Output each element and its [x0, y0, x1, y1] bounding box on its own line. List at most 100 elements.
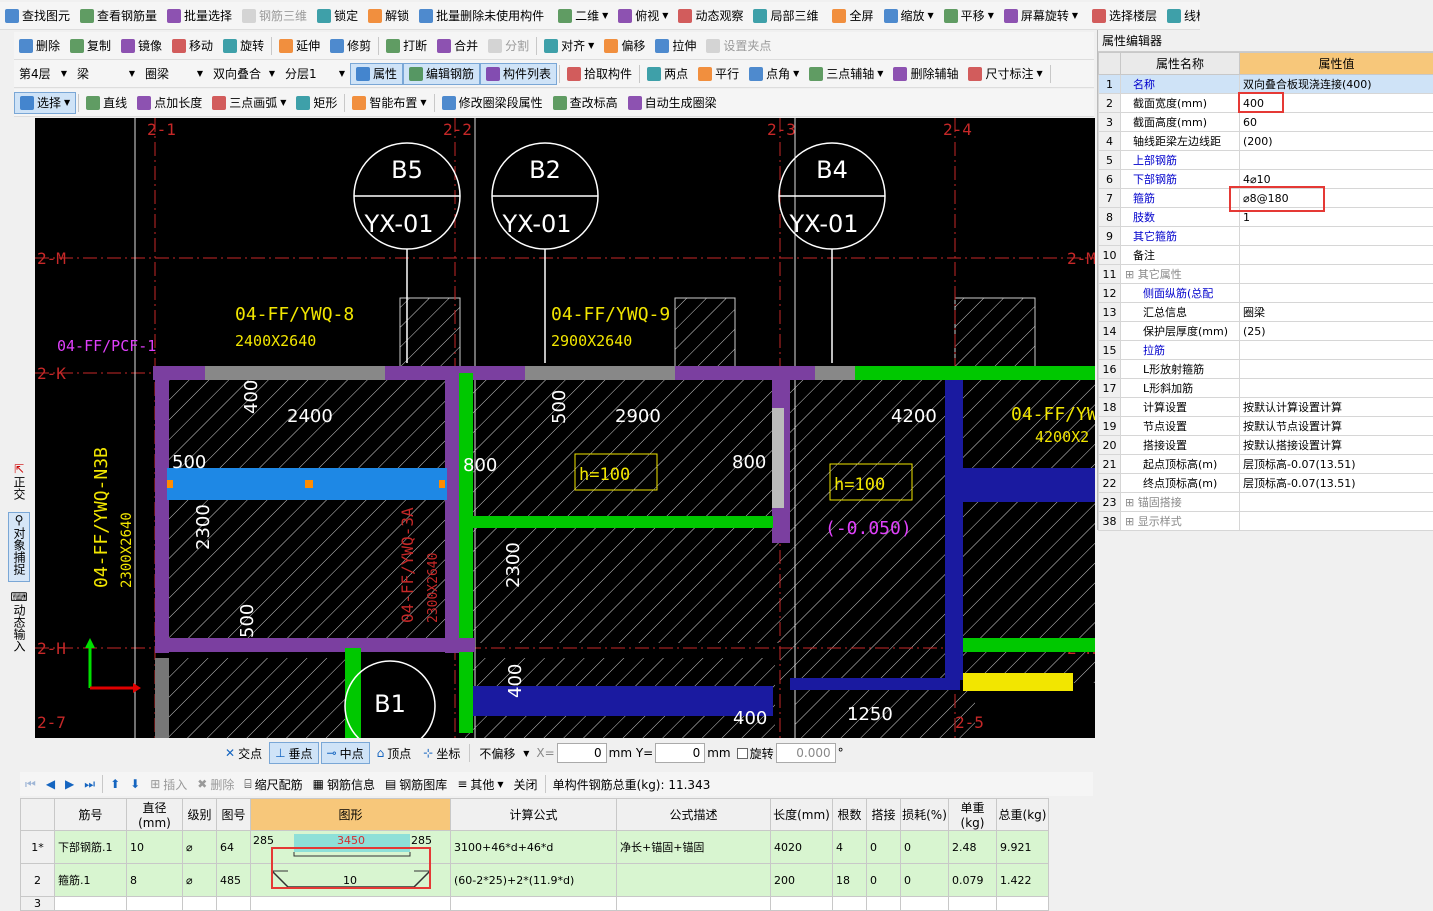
property-row[interactable]: 22终点顶标高(m)层顶标高-0.07(13.51) [1099, 474, 1433, 493]
rebar-column-header[interactable]: 总重(kg) [997, 799, 1049, 831]
rebar-cell[interactable]: 0 [901, 831, 949, 864]
property-button[interactable]: 属性 [350, 63, 403, 85]
rebar-cell[interactable]: ⌀ [183, 831, 217, 864]
delete-button[interactable]: 删除 [14, 35, 65, 57]
parallel-button[interactable]: 平行 [693, 63, 744, 85]
rebar-cell[interactable]: 3100+46*d+46*d [451, 831, 617, 864]
snap-midpoint[interactable]: ⊸中点 [321, 742, 370, 764]
property-row[interactable]: 11⊞ 其它属性 [1099, 265, 1433, 284]
rebar-cell[interactable]: 2.48 [949, 831, 997, 864]
property-value[interactable] [1240, 151, 1433, 170]
rebar-cell[interactable]: (60-2*25)+2*(11.9*d) [451, 864, 617, 897]
rebar-cell[interactable]: 净长+锚固+锚固 [617, 831, 771, 864]
modify-segment-button[interactable]: 修改圈梁段属性 [437, 92, 548, 114]
pan-button[interactable]: 平移▼ [939, 5, 999, 27]
local-3d-button[interactable]: 局部三维 [748, 5, 823, 27]
rebar-cell[interactable] [617, 897, 771, 911]
other-button[interactable]: ≡其他▼ [452, 773, 508, 795]
rebar-cell[interactable]: 1.422 [997, 864, 1049, 897]
rebar-column-header[interactable]: 根数 [833, 799, 867, 831]
rebar-view-button[interactable]: 查看钢筋量 [75, 5, 162, 27]
rotate-button[interactable]: 旋转 [218, 35, 269, 57]
property-value[interactable]: (25) [1240, 322, 1433, 341]
rebar-cell[interactable]: 下部钢筋.1 [55, 831, 127, 864]
layer-select[interactable]: 分层1▼ [280, 64, 350, 84]
move-down-button[interactable]: ⬇ [125, 773, 145, 795]
point-length-button[interactable]: 点加长度 [132, 92, 207, 114]
three-point-axis-button[interactable]: 三点辅轴▼ [804, 63, 888, 85]
property-row[interactable]: 15拉筋 [1099, 341, 1433, 360]
lock-button[interactable]: 锁定 [312, 5, 363, 27]
dimension-button[interactable]: 尺寸标注▼ [963, 63, 1047, 85]
rebar-cell[interactable] [251, 897, 451, 911]
rebar-cell[interactable]: 10 [127, 831, 183, 864]
floor-select-button[interactable]: 选择楼层 [1087, 5, 1162, 27]
component-select[interactable]: 双向叠合▼ [208, 64, 280, 84]
property-value[interactable] [1240, 284, 1433, 303]
property-value[interactable]: 层顶标高-0.07(13.51) [1240, 455, 1433, 474]
snap-perpendicular[interactable]: ⊥垂点 [269, 742, 318, 764]
rebar-library-button[interactable]: ▤钢筋图库 [380, 773, 452, 795]
property-row[interactable]: 10备注 [1099, 246, 1433, 265]
rebar-cell[interactable]: 18 [833, 864, 867, 897]
y-input[interactable]: 0 [655, 743, 705, 763]
rebar-cell[interactable] [55, 897, 127, 911]
grip-point[interactable] [305, 480, 313, 488]
x-input[interactable]: 0 [557, 743, 607, 763]
two-point-button[interactable]: 两点 [642, 63, 693, 85]
snap-toggle[interactable]: ⚲对象捕捉 [8, 512, 30, 582]
rebar-column-header[interactable]: 级别 [183, 799, 217, 831]
rebar-row[interactable]: 1*下部钢筋.110⌀6428534502853100+46*d+46*d净长+… [21, 831, 1049, 864]
rebar-cell[interactable]: 0 [867, 864, 901, 897]
snap-vertex[interactable]: ⌂顶点 [372, 742, 417, 764]
rebar-column-header[interactable]: 单重(kg) [949, 799, 997, 831]
property-row[interactable]: 21起点顶标高(m)层顶标高-0.07(13.51) [1099, 455, 1433, 474]
cad-drawing[interactable]: 2-1 2-2 2-3 2-4 2-M 2-K 2-H 2-7 2-M 2-K … [35, 118, 1095, 738]
copy-button[interactable]: 复制 [65, 35, 116, 57]
rectangle-button[interactable]: 矩形 [291, 92, 342, 114]
property-row[interactable]: 12侧面纵筋(总配 [1099, 284, 1433, 303]
auto-beam-button[interactable]: 自动生成圈梁 [623, 92, 722, 114]
rebar-cell[interactable]: ⌀ [183, 864, 217, 897]
line-button[interactable]: 直线 [81, 92, 132, 114]
point-angle-button[interactable]: 点角▼ [744, 63, 804, 85]
find-button[interactable]: 查找图元 [0, 5, 75, 27]
stretch-button[interactable]: 拉伸 [650, 35, 701, 57]
align-button[interactable]: 对齐▼ [539, 35, 599, 57]
property-row[interactable]: 5上部钢筋 [1099, 151, 1433, 170]
batch-select-button[interactable]: 批量选择 [162, 5, 237, 27]
rebar-cell[interactable] [217, 897, 251, 911]
trim-button[interactable]: 修剪 [325, 35, 376, 57]
move-button[interactable]: 移动 [167, 35, 218, 57]
rebar-cell[interactable]: 0 [901, 864, 949, 897]
expand-icon[interactable]: ⊞ [1125, 496, 1138, 509]
smart-layout-button[interactable]: 智能布置▼ [347, 92, 431, 114]
rebar-cell[interactable] [127, 897, 183, 911]
rebar-cell[interactable] [901, 897, 949, 911]
property-row[interactable]: 20搭接设置按默认搭接设置计算 [1099, 436, 1433, 455]
property-row[interactable]: 18计算设置按默认计算设置计算 [1099, 398, 1433, 417]
rebar-column-header[interactable]: 图形 [251, 799, 451, 831]
break-button[interactable]: 打断 [381, 35, 432, 57]
property-row[interactable]: 17L形斜加筋 [1099, 379, 1433, 398]
first-record-button[interactable]: ⏮ [20, 773, 41, 795]
property-row[interactable]: 23⊞ 锚固搭接 [1099, 493, 1433, 512]
delete-axis-button[interactable]: 删除辅轴 [888, 63, 963, 85]
rebar-row[interactable]: 3 [21, 897, 1049, 911]
rebar-cell[interactable]: 200 [771, 864, 833, 897]
rebar-column-header[interactable]: 损耗(%) [901, 799, 949, 831]
prev-record-button[interactable]: ◀ [41, 773, 60, 795]
rebar-3d-button[interactable]: 钢筋三维 [237, 5, 312, 27]
zoom-button[interactable]: 缩放▼ [879, 5, 939, 27]
rebar-cell[interactable]: 0.079 [949, 864, 997, 897]
merge-button[interactable]: 合并 [432, 35, 483, 57]
wireframe-button[interactable]: 线框 [1162, 5, 1200, 27]
property-row[interactable]: 14保护层厚度(mm)(25) [1099, 322, 1433, 341]
expand-icon[interactable]: ⊞ [1125, 268, 1138, 281]
property-value[interactable] [1240, 493, 1433, 512]
property-row[interactable]: 16L形放射箍筋 [1099, 360, 1433, 379]
arc-button[interactable]: 三点画弧▼ [207, 92, 291, 114]
orbit-button[interactable]: 动态观察 [673, 5, 748, 27]
rebar-column-header[interactable]: 公式描述 [617, 799, 771, 831]
close-button[interactable]: 关闭 [509, 773, 543, 795]
